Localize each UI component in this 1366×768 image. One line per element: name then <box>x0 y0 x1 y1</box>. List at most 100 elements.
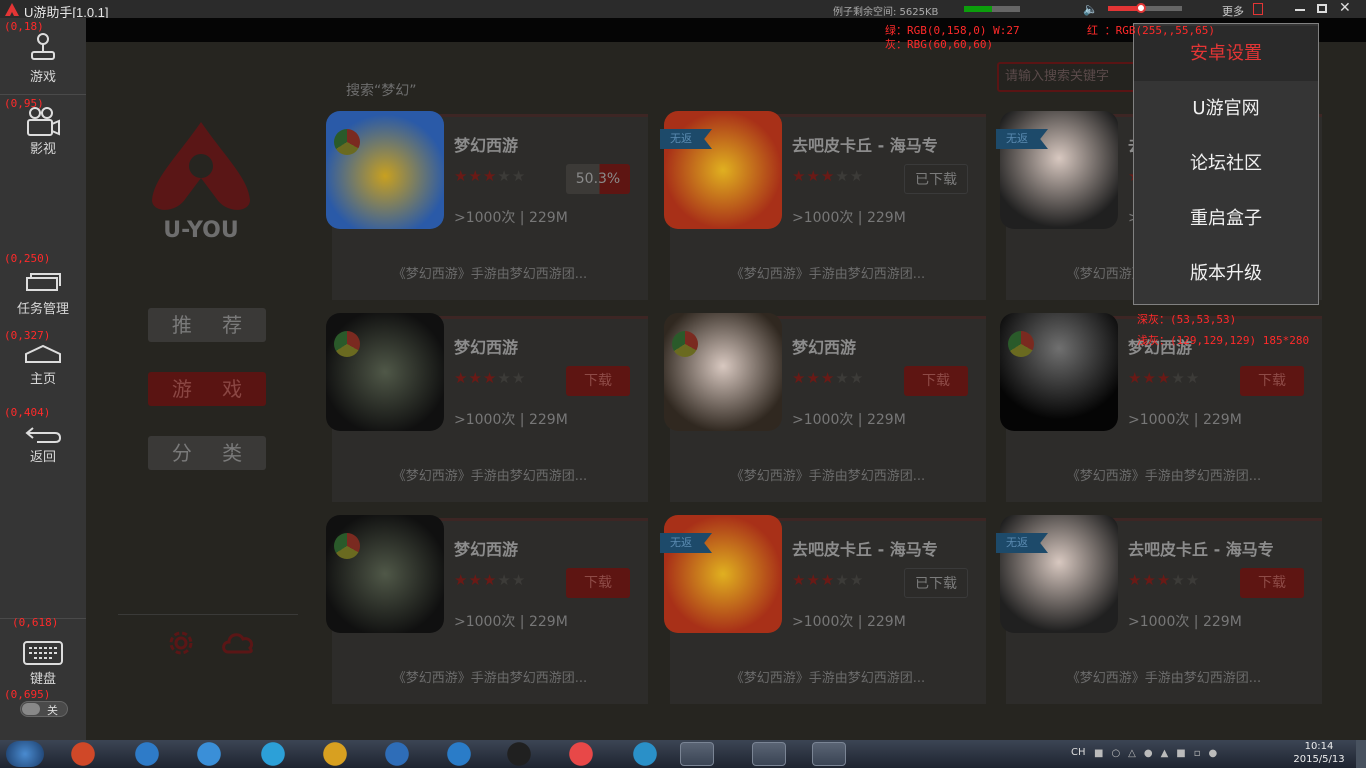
taskbar-app-icon[interactable] <box>752 742 786 766</box>
rating-star-icon: ★ <box>849 167 865 185</box>
ime-indicator[interactable]: CH <box>1071 747 1086 758</box>
download-button[interactable]: 50.3% <box>566 164 630 194</box>
game-tag: 无返 <box>996 129 1048 149</box>
download-button[interactable]: 已下载 <box>904 568 968 598</box>
taskbar-app-icon[interactable] <box>628 742 662 766</box>
rating-star-icon: ★ <box>482 167 498 185</box>
nav-recommend[interactable]: 推 荐 <box>148 308 266 342</box>
game-description: 《梦幻西游》手游由梦幻西游团... <box>392 267 588 282</box>
taskbar-app-icon[interactable] <box>380 742 414 766</box>
taskbar-app-icon[interactable] <box>130 742 164 766</box>
rating-star-icon: ★ <box>1185 369 1201 387</box>
download-button[interactable]: 下载 <box>1240 366 1304 396</box>
game-name[interactable]: 去吧皮卡丘 - 海马专 <box>792 132 938 156</box>
sidebar-item-tasks[interactable]: 任务管理 <box>0 272 86 317</box>
game-name[interactable]: 去吧皮卡丘 - 海马专 <box>1128 536 1274 560</box>
game-card[interactable]: 梦幻西游 ★★★★★ 下载 >1000次 | 229M 《梦幻西游》手游由梦幻西游团..… <box>664 313 986 502</box>
u-you-logo <box>152 122 250 210</box>
nav-category[interactable]: 分 类 <box>148 436 266 470</box>
back-arrow-icon <box>25 427 62 443</box>
game-name[interactable]: 梦幻西游 <box>454 132 518 156</box>
volume-slider[interactable] <box>1108 3 1182 13</box>
taskbar-app-icon[interactable] <box>192 742 226 766</box>
sidebar-label: 影视 <box>29 142 56 157</box>
game-card[interactable]: 无返去吧皮卡丘 - 海马专★★★★★下载>1000次 | 229M《梦幻西游》手… <box>996 515 1322 704</box>
taskbar-app-icon[interactable] <box>680 742 714 766</box>
game-card[interactable]: 梦幻西游 ★★★★★ 下载 >1000次 | 229M 《梦幻西游》手游由梦幻西游团..… <box>326 313 648 502</box>
nav-games[interactable]: 游 戏 <box>148 372 266 406</box>
clock-time[interactable]: 10:14 <box>1296 741 1342 752</box>
start-button[interactable] <box>6 741 44 767</box>
game-description: 《梦幻西游》手游由梦幻西游团... <box>392 671 588 686</box>
download-button[interactable]: 下载 <box>904 366 968 396</box>
home-icon <box>25 344 61 363</box>
sidebar-item-video[interactable]: 影视 <box>0 106 86 157</box>
taskbar-app-icon[interactable] <box>256 742 290 766</box>
rating-star-icon: ★ <box>482 571 498 589</box>
cloud-icon[interactable] <box>220 628 256 658</box>
game-card[interactable]: 梦幻西游 ★★★★★ 下载 >1000次 | 229M 《梦幻西游》手游由梦幻西游团..… <box>326 515 648 704</box>
rating-star-icon: ★ <box>454 369 469 387</box>
maximize-icon[interactable] <box>1317 4 1327 13</box>
show-desktop-button[interactable] <box>1356 740 1366 768</box>
download-button[interactable]: 已下载 <box>904 164 968 194</box>
game-name[interactable]: 梦幻西游 <box>792 334 856 358</box>
rating-star-icon: ★ <box>849 571 865 589</box>
rating-star-icon: ★ <box>792 167 807 185</box>
sidebar-item-home[interactable]: 主页 <box>0 344 86 387</box>
game-description: 《梦幻西游》手游由梦幻西游团... <box>1066 671 1262 686</box>
settings-gear-icon[interactable] <box>164 626 198 660</box>
minimize-icon[interactable] <box>1295 9 1305 11</box>
rating-star-icon: ★ <box>468 369 483 387</box>
game-name[interactable]: 梦幻西游 <box>454 536 518 560</box>
menu-toggle-icon[interactable] <box>1253 3 1263 15</box>
rating-star-icon: ★ <box>806 571 821 589</box>
game-card[interactable]: 无返 去吧皮卡丘 - 海马专 ★★★★★ 已下载 >1000次 | 229M 《梦幻西游》… <box>660 515 986 704</box>
sidebar-label: 主页 <box>29 372 56 387</box>
game-description: 《梦幻西游》手游由梦幻西游团... <box>1066 469 1262 484</box>
menu-item-upgrade[interactable]: 版本升级 <box>1134 246 1318 301</box>
toggle-knob <box>22 703 40 715</box>
menu-item-official-site[interactable]: U游官网 <box>1134 81 1318 136</box>
annotation-darkgray: 深灰：(53,53,53) <box>1137 313 1237 326</box>
chrome-badge-icon <box>672 331 698 357</box>
keyboard-toggle[interactable]: 关 <box>20 701 68 717</box>
taskbar-folder-icon[interactable] <box>812 742 846 766</box>
volume-slider-knob[interactable] <box>1136 3 1147 13</box>
download-button[interactable]: 下载 <box>566 366 630 396</box>
menu-item-forum[interactable]: 论坛社区 <box>1134 136 1318 191</box>
game-thumbnail[interactable] <box>664 515 782 633</box>
game-rating: ★★★★★ <box>454 571 526 589</box>
clock-date[interactable]: 2015/5/13 <box>1286 754 1352 765</box>
close-icon[interactable]: ✕ <box>1339 0 1351 16</box>
coord-label: (0,18) <box>4 20 44 33</box>
game-name[interactable]: 去吧皮卡丘 - 海马专 <box>792 536 938 560</box>
menu-item-restart-box[interactable]: 重启盒子 <box>1134 191 1318 246</box>
taskbar-qq-icon[interactable] <box>502 742 536 766</box>
taskbar-chrome-icon[interactable] <box>318 742 352 766</box>
game-thumbnail[interactable] <box>1000 111 1118 229</box>
rating-star-icon: ★ <box>806 167 821 185</box>
more-button[interactable]: 更多 <box>1222 3 1244 19</box>
search-input[interactable]: 请输入搜索关键字 <box>997 62 1137 92</box>
sidebar-label: 任务管理 <box>16 302 69 317</box>
download-button[interactable]: 下载 <box>1240 568 1304 598</box>
rating-star-icon: ★ <box>497 369 512 387</box>
sidebar-item-back[interactable]: 返回 <box>0 424 86 465</box>
search-result-label: 搜索“梦幻” <box>346 83 417 99</box>
game-thumbnail[interactable] <box>664 111 782 229</box>
game-card[interactable]: 梦幻西游 ★★★★★ 50.3% >1000次 | 229M 《梦幻西游》手游由梦幻西游… <box>326 111 648 300</box>
game-name[interactable]: 梦幻西游 <box>454 334 518 358</box>
taskbar-app-icon[interactable] <box>66 742 100 766</box>
rating-star-icon: ★ <box>1142 571 1157 589</box>
sidebar: 游戏 影视 任务管理 主页 返回 键盘 关 <box>0 18 86 740</box>
sidebar-item-games[interactable]: 游戏 <box>0 32 86 85</box>
download-button[interactable]: 下载 <box>566 568 630 598</box>
game-card[interactable]: 无返 去吧皮卡丘 - 海马专 ★★★★★ 已下载 >1000次 | 229M 《梦幻西游》… <box>660 111 986 300</box>
taskbar-app-icon[interactable] <box>442 742 476 766</box>
sidebar-item-keyboard[interactable]: 键盘 <box>0 640 86 687</box>
rating-star-icon: ★ <box>1128 571 1143 589</box>
taskbar-app-icon[interactable] <box>564 742 598 766</box>
volume-icon[interactable]: 🔈 <box>1083 2 1098 16</box>
game-thumbnail[interactable] <box>1000 515 1118 633</box>
